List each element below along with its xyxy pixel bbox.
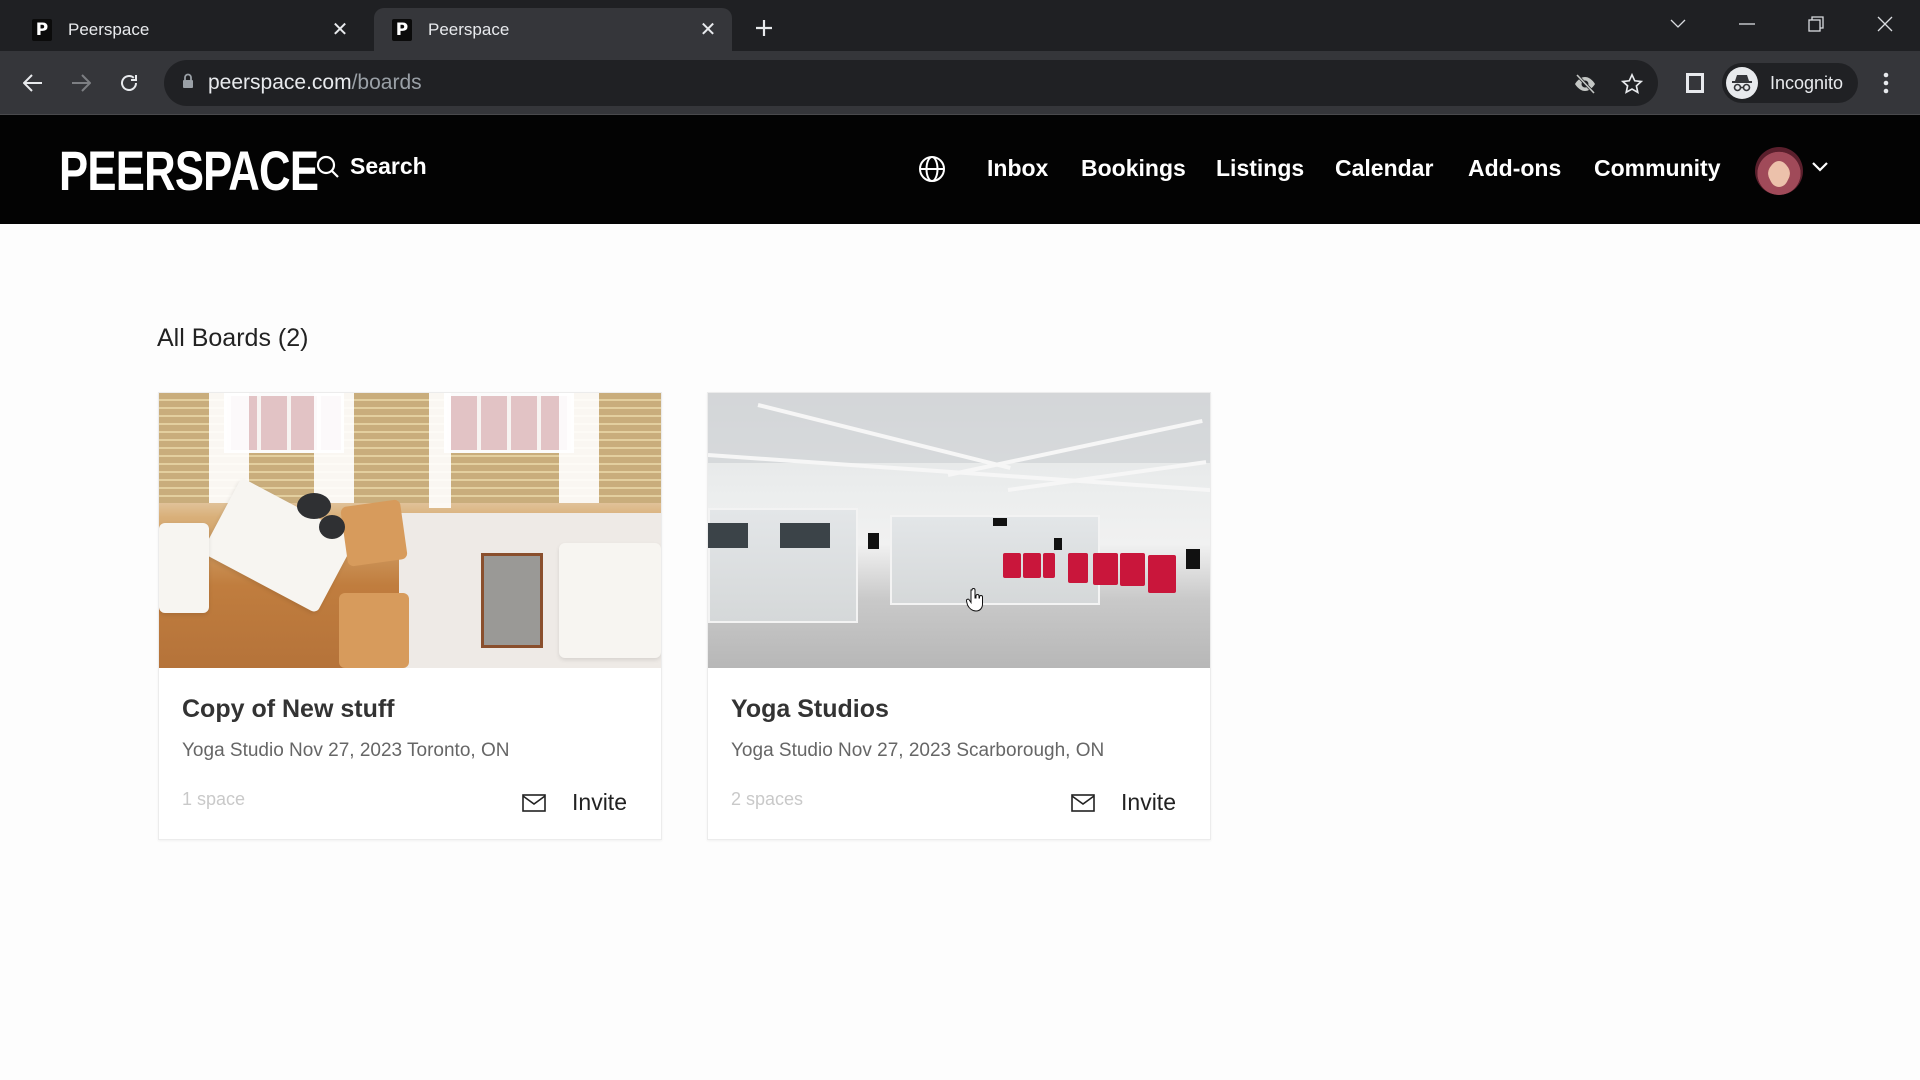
chevron-down-icon[interactable] xyxy=(1812,159,1828,177)
board-name[interactable]: Copy of New stuff xyxy=(182,695,395,724)
forward-button[interactable] xyxy=(63,65,99,101)
peerspace-favicon-icon: P xyxy=(392,18,412,41)
peerspace-favicon-icon: P xyxy=(32,18,52,41)
nav-add-ons[interactable]: Add-ons xyxy=(1468,155,1561,182)
nav-bookings[interactable]: Bookings xyxy=(1081,155,1186,182)
back-button[interactable] xyxy=(15,65,51,101)
board-space-count: 1 space xyxy=(182,789,246,809)
envelope-icon xyxy=(1071,793,1095,812)
side-panel-button[interactable] xyxy=(1680,65,1710,101)
page-title: All Boards (2) xyxy=(157,324,309,352)
tab-close-icon[interactable]: ✕ xyxy=(326,16,354,44)
board-cover-image[interactable] xyxy=(708,393,1210,668)
board-cover-image[interactable] xyxy=(159,393,661,668)
url-text: peerspace.com/boards xyxy=(208,71,422,94)
nav-listings[interactable]: Listings xyxy=(1216,155,1304,182)
peerspace-logo[interactable]: PEERSPACE xyxy=(59,143,319,199)
tab-title: Peerspace xyxy=(68,19,150,39)
site-header: PEERSPACE Search Inbox Bookings Listings… xyxy=(0,114,1920,224)
boards-page: All Boards (2) Copy of New stuff Yoga St… xyxy=(0,224,1920,1080)
browser-tab-strip: P Peerspace ✕ P Peerspace ✕ xyxy=(0,0,1920,51)
close-icon xyxy=(1877,16,1893,32)
search-label: Search xyxy=(350,153,427,179)
browser-menu-button[interactable] xyxy=(1874,65,1898,101)
user-avatar[interactable] xyxy=(1755,147,1803,195)
side-panel-icon xyxy=(1686,73,1704,93)
address-bar[interactable]: peerspace.com/boards xyxy=(164,60,1658,106)
search-icon xyxy=(316,155,339,178)
board-name[interactable]: Yoga Studios xyxy=(731,695,889,724)
eye-slash-icon[interactable] xyxy=(1572,71,1598,97)
restore-button[interactable] xyxy=(1794,6,1838,42)
arrow-left-icon xyxy=(23,74,42,92)
board-details: Yoga Studio Nov 27, 2023 Toronto, ON xyxy=(182,740,510,761)
board-card[interactable]: Copy of New stuff Yoga Studio Nov 27, 20… xyxy=(158,392,662,840)
reload-icon xyxy=(121,75,137,91)
lock-icon xyxy=(182,73,194,94)
invite-label: Invite xyxy=(572,789,627,815)
tab-search-button[interactable] xyxy=(1656,6,1700,42)
board-card[interactable]: Yoga Studios Yoga Studio Nov 27, 2023 Sc… xyxy=(707,392,1211,840)
incognito-profile-button[interactable]: Incognito xyxy=(1722,63,1858,103)
invite-button[interactable]: Invite xyxy=(1071,789,1176,816)
nav-inbox[interactable]: Inbox xyxy=(987,155,1048,182)
plus-icon xyxy=(756,20,772,36)
invite-label: Invite xyxy=(1121,789,1176,815)
reload-button[interactable] xyxy=(111,65,147,101)
hand-pointer-cursor-icon xyxy=(966,588,984,617)
minimize-icon xyxy=(1739,23,1755,25)
search-button[interactable]: Search xyxy=(316,153,427,180)
close-window-button[interactable] xyxy=(1863,6,1907,42)
nav-community[interactable]: Community xyxy=(1594,155,1721,182)
globe-icon[interactable] xyxy=(918,155,946,188)
chevron-down-icon xyxy=(1670,19,1686,28)
tab-title: Peerspace xyxy=(428,19,510,39)
board-space-count: 2 spaces xyxy=(731,789,804,809)
envelope-icon xyxy=(522,793,546,812)
incognito-icon xyxy=(1726,67,1758,99)
new-tab-button[interactable] xyxy=(748,12,780,44)
restore-icon xyxy=(1808,16,1824,32)
arrow-right-icon xyxy=(72,74,91,92)
nav-calendar[interactable]: Calendar xyxy=(1335,155,1433,182)
browser-toolbar: peerspace.com/boards Incognito xyxy=(0,51,1920,114)
browser-tab-active[interactable]: P Peerspace ✕ xyxy=(374,8,732,51)
board-details: Yoga Studio Nov 27, 2023 Scarborough, ON xyxy=(731,740,1105,761)
more-vertical-icon xyxy=(1883,72,1889,94)
browser-tab[interactable]: P Peerspace ✕ xyxy=(14,8,364,51)
tab-close-icon[interactable]: ✕ xyxy=(694,16,722,44)
minimize-button[interactable] xyxy=(1725,6,1769,42)
invite-button[interactable]: Invite xyxy=(522,789,627,816)
incognito-label: Incognito xyxy=(1770,72,1844,93)
bookmark-star-icon[interactable] xyxy=(1619,71,1645,97)
